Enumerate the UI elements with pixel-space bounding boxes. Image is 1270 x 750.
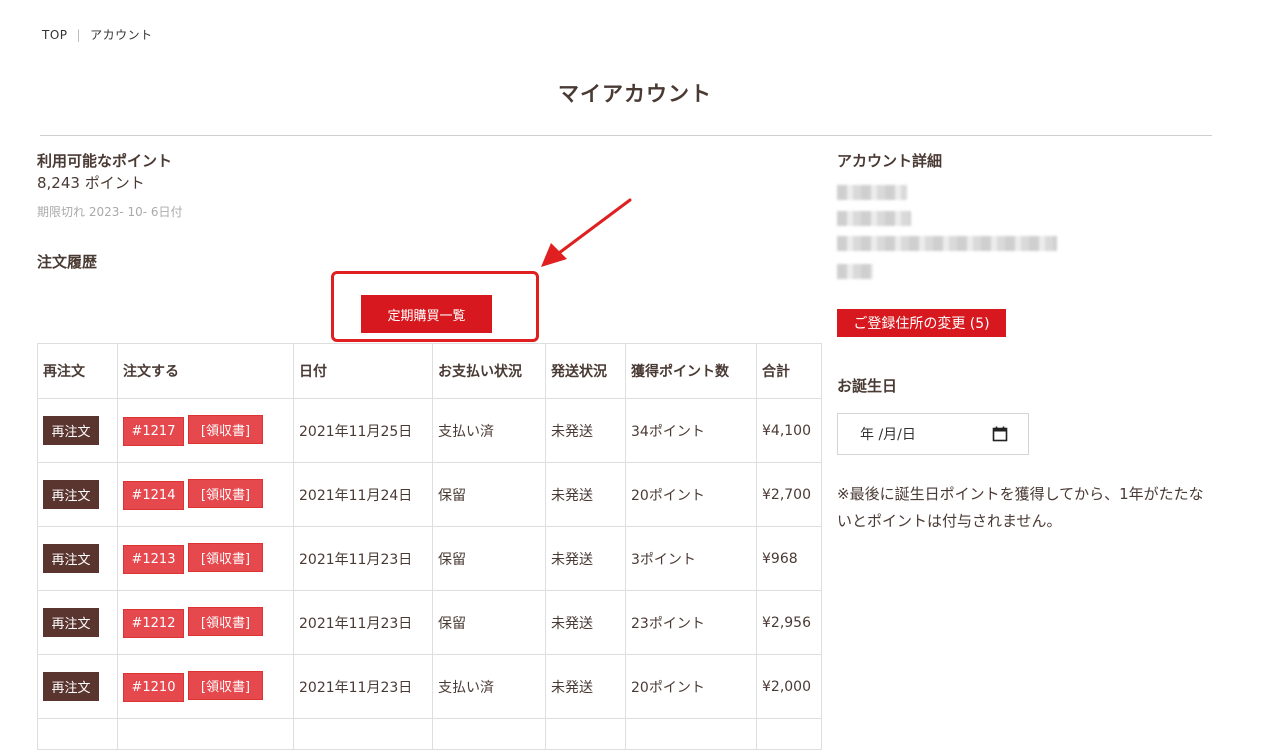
birthday-date-placeholder: 年 /月/日 <box>860 427 916 443</box>
breadcrumb-top-link[interactable]: TOP <box>42 28 68 42</box>
reorder-button[interactable]: 再注文 <box>43 480 99 509</box>
reorder-button[interactable]: 再注文 <box>43 608 99 637</box>
order-total: ¥2,956 <box>756 590 822 655</box>
col-header-shipping: 発送状況 <box>545 343 626 399</box>
reorder-button[interactable]: 再注文 <box>43 544 99 573</box>
annotation-arrow-icon <box>541 198 632 267</box>
birthday-label: お誕生日 <box>837 377 898 395</box>
receipt-button[interactable]: [領収書] <box>188 415 263 444</box>
shipping-status: 未発送 <box>545 526 626 591</box>
col-header-points: 獲得ポイント数 <box>625 343 757 399</box>
points-label: 利用可能なポイント <box>37 152 173 170</box>
order-number-button[interactable]: #1213 <box>123 545 184 574</box>
payment-status: 支払い済 <box>432 398 546 463</box>
account-details-label: アカウント詳細 <box>837 152 943 170</box>
payment-status: 保留 <box>432 526 546 591</box>
earned-points: 34ポイント <box>625 398 757 463</box>
order-number-button[interactable]: #1214 <box>123 481 184 510</box>
order-date: 2021年11月23日 <box>293 654 433 719</box>
redacted-email <box>837 236 1057 251</box>
points-value: 8,243 ポイント <box>37 174 145 192</box>
table-row: 再注文 #1210 [領収書] 2021年11月23日 支払い済 未発送 20ポイ… <box>37 654 822 719</box>
order-number-button[interactable]: #1217 <box>123 417 184 446</box>
order-number-button[interactable]: #1212 <box>123 609 184 638</box>
table-row: 再注文 #1212 [領収書] 2021年11月23日 保留 未発送 23ポイント… <box>37 590 822 655</box>
col-header-reorder: 再注文 <box>37 343 118 399</box>
shipping-status: 未発送 <box>545 398 626 463</box>
order-date: 2021年11月25日 <box>293 398 433 463</box>
col-header-order: 注文する <box>117 343 294 399</box>
receipt-button[interactable]: [領収書] <box>188 607 263 636</box>
shipping-status: 未発送 <box>545 462 626 527</box>
earned-points: 20ポイント <box>625 654 757 719</box>
order-date: 2021年11月23日 <box>293 590 433 655</box>
redacted-name <box>837 185 907 200</box>
order-total: ¥4,100 <box>756 398 822 463</box>
breadcrumb: TOP | アカウント <box>42 26 153 43</box>
table-row: 再注文 #1214 [領収書] 2021年11月24日 保留 未発送 20ポイント… <box>37 462 822 527</box>
reorder-button[interactable]: 再注文 <box>43 672 99 701</box>
page-title: マイアカウント <box>558 82 712 106</box>
receipt-button[interactable]: [領収書] <box>188 543 263 572</box>
earned-points: 20ポイント <box>625 462 757 527</box>
reorder-button[interactable]: 再注文 <box>43 416 99 445</box>
table-row: 再注文 #1213 [領収書] 2021年11月23日 保留 未発送 3ポイント … <box>37 526 822 591</box>
points-expiry: 期限切れ 2023- 10- 6日付 <box>37 205 183 219</box>
earned-points: 23ポイント <box>625 590 757 655</box>
order-date: 2021年11月23日 <box>293 526 433 591</box>
table-row: 再注文 #1217 [領収書] 2021年11月25日 支払い済 未発送 34ポイ… <box>37 398 822 463</box>
earned-points: 3ポイント <box>625 526 757 591</box>
order-number-button[interactable]: #1210 <box>123 673 184 702</box>
shipping-status: 未発送 <box>545 590 626 655</box>
order-total: ¥2,700 <box>756 462 822 527</box>
order-history-label: 注文履歴 <box>37 253 98 271</box>
order-history-table: 再注文 注文する 日付 お支払い状況 発送状況 獲得ポイント数 合計 再注文 #… <box>37 343 822 750</box>
subscription-list-button[interactable]: 定期購買一覧 <box>361 295 492 333</box>
breadcrumb-current: アカウント <box>90 28 153 42</box>
col-header-payment: お支払い状況 <box>432 343 546 399</box>
shipping-status: 未発送 <box>545 654 626 719</box>
change-address-button[interactable]: ご登録住所の変更 (5) <box>837 309 1006 337</box>
table-header-row: 再注文 注文する 日付 お支払い状況 発送状況 獲得ポイント数 合計 <box>37 343 822 399</box>
col-header-date: 日付 <box>293 343 433 399</box>
payment-status: 保留 <box>432 590 546 655</box>
col-header-total: 合計 <box>756 343 822 399</box>
order-total: ¥968 <box>756 526 822 591</box>
order-total: ¥2,000 <box>756 654 822 719</box>
birthday-date-input[interactable]: 年 /月/日 <box>837 413 1029 455</box>
payment-status: 保留 <box>432 462 546 527</box>
title-divider <box>40 135 1212 136</box>
calendar-icon[interactable] <box>992 426 1008 442</box>
receipt-button[interactable]: [領収書] <box>188 479 263 508</box>
payment-status: 支払い済 <box>432 654 546 719</box>
birthday-note: ※最後に誕生日ポイントを獲得してから、1年がたたないとポイントは付与されません。 <box>837 485 1204 530</box>
breadcrumb-separator: | <box>76 28 82 42</box>
order-date: 2021年11月24日 <box>293 462 433 527</box>
table-row-partial <box>37 718 822 750</box>
redacted-phone <box>837 211 911 226</box>
redacted-info <box>837 264 873 279</box>
receipt-button[interactable]: [領収書] <box>188 671 263 700</box>
